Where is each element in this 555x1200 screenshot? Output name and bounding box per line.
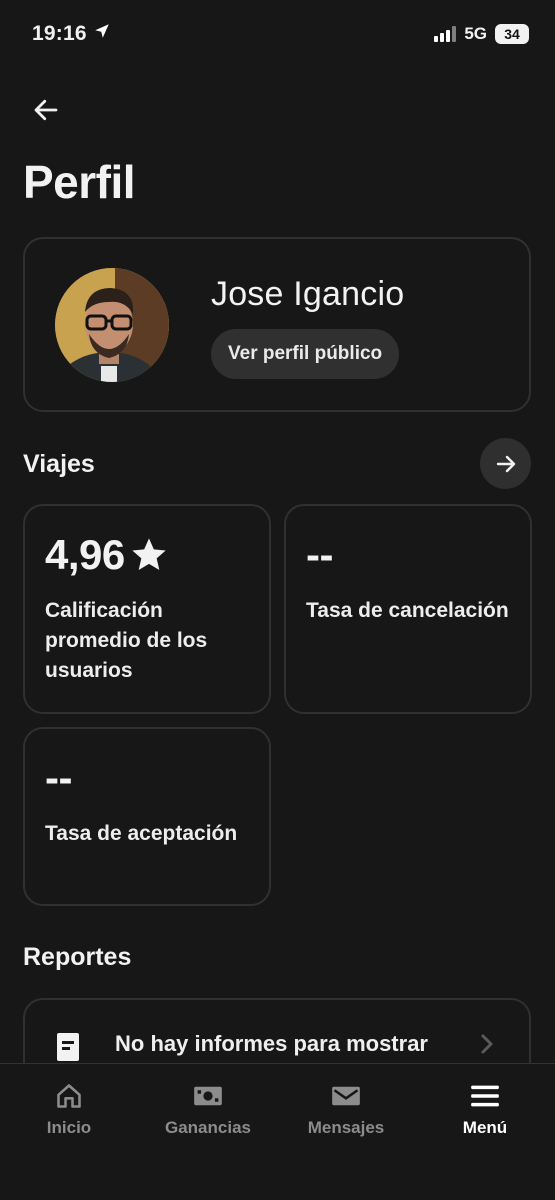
rating-number: 4,96 [45,531,125,578]
tab-ganancias[interactable]: Ganancias [148,1082,268,1138]
cellular-signal-icon [434,26,457,42]
tab-ganancias-label: Ganancias [165,1118,251,1137]
tab-mensajes-label: Mensajes [307,1118,385,1137]
trips-arrow-button[interactable] [480,438,531,489]
time-text: 19:16 [32,22,87,45]
status-time: 19:16 [32,22,111,46]
star-icon [132,538,166,570]
reports-section-title: Reportes [23,943,132,971]
battery-level: 34 [504,26,520,42]
network-type: 5G [464,24,487,43]
bottom-tab-bar: Inicio Ganancias Mensajes Menú [0,1063,555,1200]
location-arrow-icon [93,22,111,46]
tab-mensajes[interactable]: Mensajes [286,1082,406,1138]
status-indicators: 5G 34 [434,24,529,44]
tab-inicio-label: Inicio [46,1118,92,1137]
rating-stat-card: 4,96 Calificación promedio de los usuari… [23,504,271,714]
page-title: Perfil [23,156,136,208]
cancellation-stat-card: -- Tasa de cancelación [284,504,532,714]
tab-menu[interactable]: Menú [425,1082,545,1138]
acceptance-value: -- [45,754,72,801]
cancellation-value: -- [306,531,333,578]
view-public-profile-label: Ver perfil público [228,343,383,364]
back-button[interactable] [28,92,64,128]
rating-label: Calificación promedio de los usuarios [45,599,208,682]
home-icon [57,1084,81,1108]
tab-menu-label: Menú [462,1118,508,1137]
profile-card: Jose Igancio Ver perfil público [23,237,531,412]
rating-value: 4,96 [45,528,249,582]
cancellation-label: Tasa de cancelación [306,599,509,622]
arrow-left-icon [34,99,58,121]
status-bar: 19:16 5G 34 [0,0,555,70]
arrow-right-icon [496,455,515,472]
money-icon [194,1086,222,1106]
avatar-photo [55,268,169,382]
chevron-right-icon [481,1034,493,1054]
trips-section-title: Viajes [23,450,95,478]
view-public-profile-button[interactable]: Ver perfil público [211,329,400,379]
mail-icon [332,1086,360,1106]
acceptance-stat-card: -- Tasa de aceptación [23,727,271,906]
profile-screen: 19:16 5G 34 Perfil Jose Igancio Ver perf… [0,0,555,1200]
tab-inicio[interactable]: Inicio [9,1082,129,1138]
battery-icon: 34 [495,24,529,44]
acceptance-label: Tasa de aceptación [45,822,238,845]
reports-empty-text: No hay informes para mostrar [115,1031,428,1056]
menu-icon [471,1085,499,1107]
document-icon [57,1033,79,1061]
profile-name: Jose Igancio [211,275,405,313]
avatar[interactable] [55,268,169,382]
